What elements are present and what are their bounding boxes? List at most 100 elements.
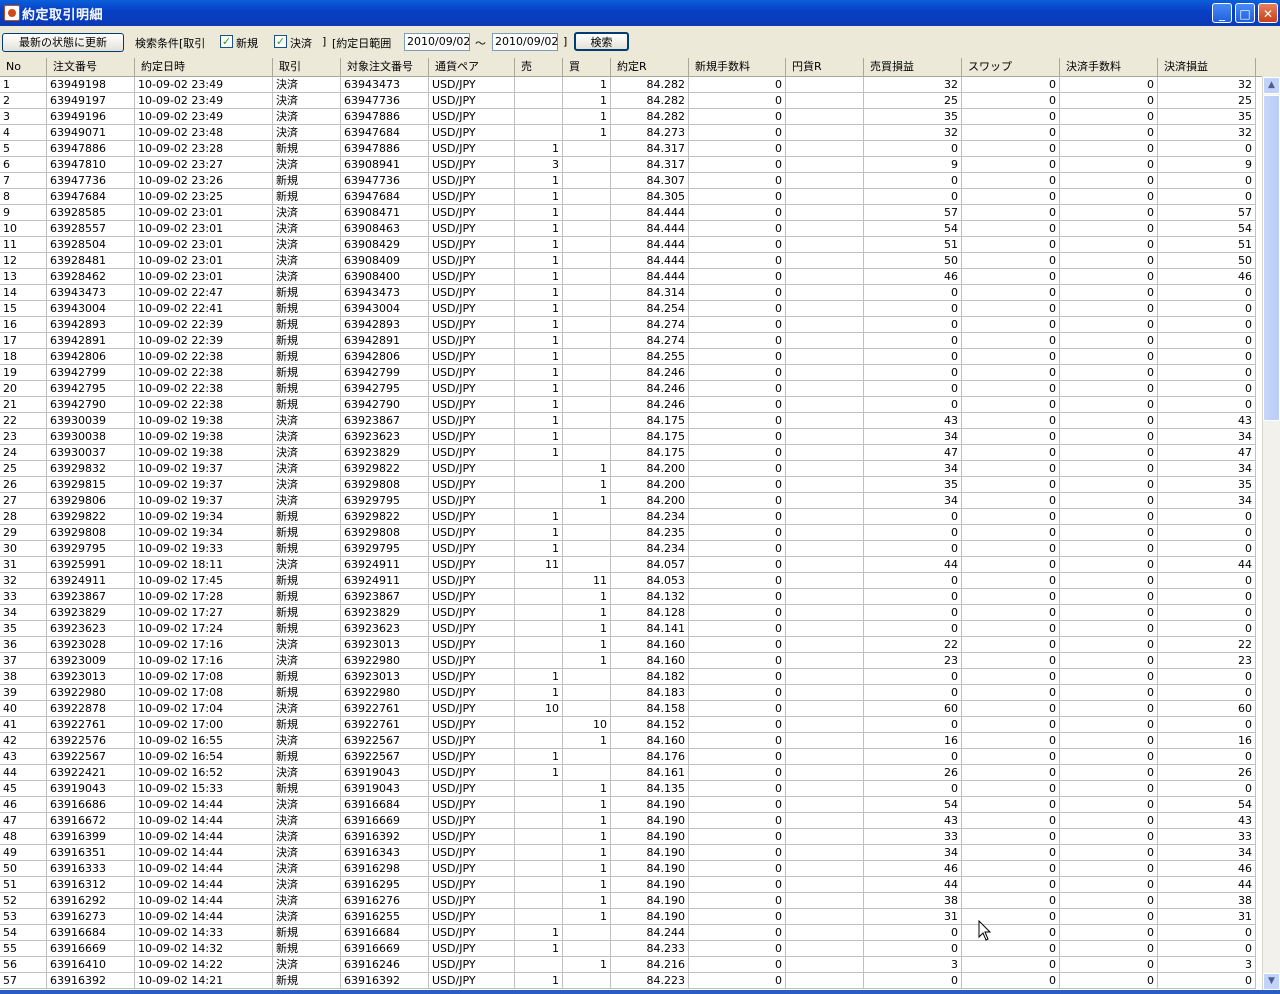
- refresh-button[interactable]: 最新の状態に更新: [2, 33, 124, 52]
- column-header-sell[interactable]: 売: [515, 58, 563, 76]
- table-row[interactable]: 42 63922576 10-09-02 16:55 決済 63922567 USD/JP…: [0, 733, 1262, 749]
- table-row[interactable]: 8 63947684 10-09-02 23:25 新規 63947684 USD/JPY…: [0, 189, 1262, 205]
- scroll-up-icon[interactable]: ▲: [1263, 77, 1280, 94]
- table-row[interactable]: 26 63929815 10-09-02 19:37 決済 63929808 USD/JP…: [0, 477, 1262, 493]
- table-row[interactable]: 27 63929806 10-09-02 19:37 決済 63929795 USD/JP…: [0, 493, 1262, 509]
- table-row[interactable]: 44 63922421 10-09-02 16:52 決済 63919043 USD/JP…: [0, 765, 1262, 781]
- col-sell: 1: [515, 221, 563, 237]
- table-row[interactable]: 16 63942893 10-09-02 22:39 新規 63942893 USD/JP…: [0, 317, 1262, 333]
- col-exec-rate: 84.132: [611, 589, 689, 605]
- column-header-yen-rate[interactable]: 円貨R: [786, 58, 864, 76]
- table-row[interactable]: 40 63922878 10-09-02 17:04 決済 63922761 USD/JP…: [0, 701, 1262, 717]
- col-yen-rate: [786, 941, 864, 957]
- table-row[interactable]: 4 63949071 10-09-02 23:48 決済 63947684 USD/JPY…: [0, 125, 1262, 141]
- table-row[interactable]: 34 63923829 10-09-02 17:27 新規 63923829 USD/JP…: [0, 605, 1262, 621]
- table-row[interactable]: 25 63929832 10-09-02 19:37 決済 63929822 USD/JP…: [0, 461, 1262, 477]
- app-icon[interactable]: [4, 5, 20, 21]
- column-header-order-no[interactable]: 注文番号: [47, 58, 135, 76]
- settle-checkbox[interactable]: ✓: [274, 35, 287, 48]
- column-header-no[interactable]: No: [0, 58, 47, 76]
- table-row[interactable]: 1 63949198 10-09-02 23:49 決済 63943473 USD/JPY…: [0, 77, 1262, 93]
- table-row[interactable]: 12 63928481 10-09-02 23:01 決済 63908409 USD/JP…: [0, 253, 1262, 269]
- table-row[interactable]: 52 63916292 10-09-02 14:44 決済 63916276 USD/JP…: [0, 893, 1262, 909]
- table-row[interactable]: 46 63916686 10-09-02 14:44 決済 63916684 USD/JP…: [0, 797, 1262, 813]
- table-row[interactable]: 21 63942790 10-09-02 22:38 新規 63942790 USD/JP…: [0, 397, 1262, 413]
- table-row[interactable]: 57 63916392 10-09-02 14:21 新規 63916392 USD/JP…: [0, 973, 1262, 989]
- table-row[interactable]: 2 63949197 10-09-02 23:49 決済 63947736 USD/JPY…: [0, 93, 1262, 109]
- column-header-trade-pl[interactable]: 売買損益: [864, 58, 962, 76]
- table-row[interactable]: 35 63923623 10-09-02 17:24 新規 63923623 USD/JP…: [0, 621, 1262, 637]
- table-row[interactable]: 6 63947810 10-09-02 23:27 決済 63908941 USD/JPY…: [0, 157, 1262, 173]
- table-row[interactable]: 37 63923009 10-09-02 17:16 決済 63922980 USD/JP…: [0, 653, 1262, 669]
- search-button[interactable]: 検索: [574, 32, 629, 51]
- table-row[interactable]: 47 63916672 10-09-02 14:44 決済 63916669 USD/JP…: [0, 813, 1262, 829]
- table-row[interactable]: 36 63923028 10-09-02 17:16 決済 63923013 USD/JP…: [0, 637, 1262, 653]
- close-button[interactable]: ✕: [1258, 3, 1278, 23]
- table-row[interactable]: 48 63916399 10-09-02 14:44 決済 63916392 USD/JP…: [0, 829, 1262, 845]
- table-row[interactable]: 18 63942806 10-09-02 22:38 新規 63942806 USD/JP…: [0, 349, 1262, 365]
- window-title: 約定取引明細: [22, 8, 104, 23]
- col-exec-time: 10-09-02 14:44: [135, 845, 273, 861]
- table-row[interactable]: 41 63922761 10-09-02 17:00 新規 63922761 USD/JP…: [0, 717, 1262, 733]
- column-header-exec-rate[interactable]: 約定R: [611, 58, 689, 76]
- col-exec-time: 10-09-02 17:08: [135, 669, 273, 685]
- table-row[interactable]: 53 63916273 10-09-02 14:44 決済 63916255 USD/JP…: [0, 909, 1262, 925]
- col-currency-pair: USD/JPY: [429, 605, 515, 621]
- table-row[interactable]: 45 63919043 10-09-02 15:33 新規 63919043 USD/JP…: [0, 781, 1262, 797]
- table-row[interactable]: 43 63922567 10-09-02 16:54 新規 63922567 USD/JP…: [0, 749, 1262, 765]
- col-exec-rate: 84.314: [611, 285, 689, 301]
- column-header-swap[interactable]: スワップ: [962, 58, 1060, 76]
- col-sell: [515, 909, 563, 925]
- table-row[interactable]: 32 63924911 10-09-02 17:45 新規 63924911 USD/JP…: [0, 573, 1262, 589]
- column-header-settle-fee[interactable]: 決済手数料: [1060, 58, 1158, 76]
- toolbar: 最新の状態に更新 検索条件[取引 ✓ 新規 ✓ 決済 ] [約定日範囲 2010…: [0, 26, 1280, 58]
- new-checkbox[interactable]: ✓: [220, 35, 233, 48]
- table-row[interactable]: 5 63947886 10-09-02 23:28 新規 63947886 USD/JPY…: [0, 141, 1262, 157]
- table-row[interactable]: 31 63925991 10-09-02 18:11 決済 63924911 USD/JP…: [0, 557, 1262, 573]
- col-trade-pl: 0: [864, 285, 962, 301]
- table-row[interactable]: 50 63916333 10-09-02 14:44 決済 63916298 USD/JP…: [0, 861, 1262, 877]
- table-row[interactable]: 15 63943004 10-09-02 22:41 新規 63943004 USD/JP…: [0, 301, 1262, 317]
- table-row[interactable]: 56 63916410 10-09-02 14:22 決済 63916246 USD/JP…: [0, 957, 1262, 973]
- date-from-field[interactable]: 2010/09/02: [404, 33, 470, 51]
- scroll-down-icon[interactable]: ▼: [1263, 973, 1280, 990]
- table-row[interactable]: 30 63929795 10-09-02 19:33 新規 63929795 USD/JP…: [0, 541, 1262, 557]
- column-header-trade-type[interactable]: 取引: [273, 58, 341, 76]
- vertical-scrollbar[interactable]: ▲ ▼: [1262, 77, 1280, 990]
- table-row[interactable]: 39 63922980 10-09-02 17:08 新規 63922980 USD/JP…: [0, 685, 1262, 701]
- scroll-thumb[interactable]: [1263, 95, 1280, 421]
- col-no: 28: [0, 509, 47, 525]
- table-row[interactable]: 20 63942795 10-09-02 22:38 新規 63942795 USD/JP…: [0, 381, 1262, 397]
- table-row[interactable]: 13 63928462 10-09-02 23:01 決済 63908400 USD/JP…: [0, 269, 1262, 285]
- table-row[interactable]: 54 63916684 10-09-02 14:33 新規 63916684 USD/JP…: [0, 925, 1262, 941]
- table-row[interactable]: 11 63928504 10-09-02 23:01 決済 63908429 USD/JP…: [0, 237, 1262, 253]
- col-no: 42: [0, 733, 47, 749]
- table-row[interactable]: 29 63929808 10-09-02 19:34 新規 63929808 USD/JP…: [0, 525, 1262, 541]
- table-row[interactable]: 17 63942891 10-09-02 22:39 新規 63942891 USD/JP…: [0, 333, 1262, 349]
- minimize-button[interactable]: _: [1212, 3, 1232, 23]
- date-to-field[interactable]: 2010/09/02: [492, 33, 558, 51]
- table-row[interactable]: 33 63923867 10-09-02 17:28 新規 63923867 USD/JP…: [0, 589, 1262, 605]
- table-row[interactable]: 23 63930038 10-09-02 19:38 決済 63923623 USD/JP…: [0, 429, 1262, 445]
- table-row[interactable]: 28 63929822 10-09-02 19:34 新規 63929822 USD/JP…: [0, 509, 1262, 525]
- table-row[interactable]: 49 63916351 10-09-02 14:44 決済 63916343 USD/JP…: [0, 845, 1262, 861]
- table-row[interactable]: 38 63923013 10-09-02 17:08 新規 63923013 USD/JP…: [0, 669, 1262, 685]
- table-row[interactable]: 14 63943473 10-09-02 22:47 新規 63943473 USD/JP…: [0, 285, 1262, 301]
- title-bar: 約定取引明細 _ □ ✕: [0, 0, 1280, 26]
- table-row[interactable]: 51 63916312 10-09-02 14:44 決済 63916295 USD/JP…: [0, 877, 1262, 893]
- column-header-buy[interactable]: 買: [563, 58, 611, 76]
- maximize-button[interactable]: □: [1235, 3, 1255, 23]
- table-row[interactable]: 3 63949196 10-09-02 23:49 決済 63947886 USD/JPY…: [0, 109, 1262, 125]
- table-row[interactable]: 10 63928557 10-09-02 23:01 決済 63908463 USD/JP…: [0, 221, 1262, 237]
- column-header-currency-pair[interactable]: 通貨ペア: [429, 58, 515, 76]
- table-row[interactable]: 9 63928585 10-09-02 23:01 決済 63908471 USD/JPY…: [0, 205, 1262, 221]
- column-header-new-fee[interactable]: 新規手数料: [689, 58, 786, 76]
- table-row[interactable]: 55 63916669 10-09-02 14:32 新規 63916669 USD/JP…: [0, 941, 1262, 957]
- table-row[interactable]: 22 63930039 10-09-02 19:38 決済 63923867 USD/JP…: [0, 413, 1262, 429]
- table-row[interactable]: 7 63947736 10-09-02 23:26 新規 63947736 USD/JPY…: [0, 173, 1262, 189]
- column-header-exec-time[interactable]: 約定日時: [135, 58, 273, 76]
- table-row[interactable]: 19 63942799 10-09-02 22:38 新規 63942799 USD/JP…: [0, 365, 1262, 381]
- column-header-target-order[interactable]: 対象注文番号: [341, 58, 429, 76]
- column-header-settle-pl[interactable]: 決済損益: [1158, 58, 1256, 76]
- table-row[interactable]: 24 63930037 10-09-02 19:38 決済 63923829 USD/JP…: [0, 445, 1262, 461]
